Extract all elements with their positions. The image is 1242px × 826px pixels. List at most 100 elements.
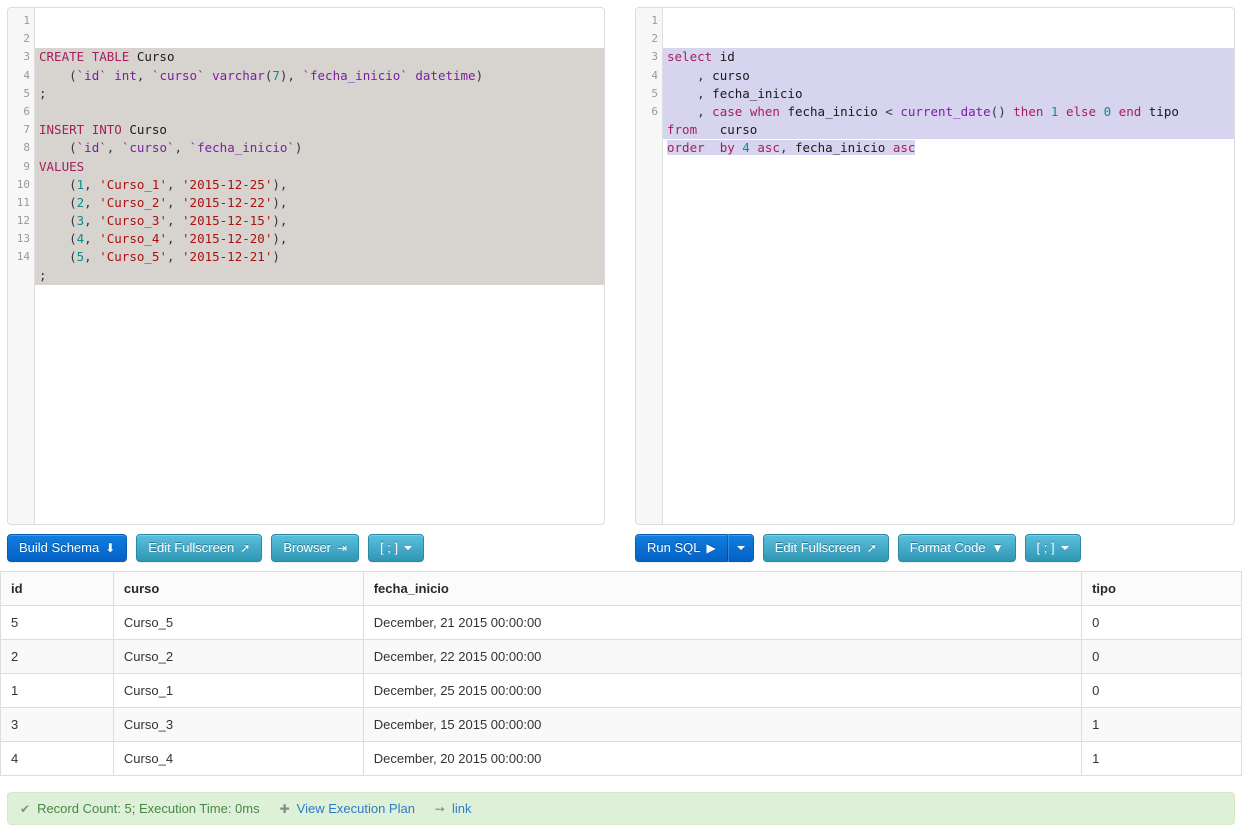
cell-id: 5 <box>0 605 114 640</box>
code-line: (4, 'Curso_4', '2015-12-20'), <box>35 230 604 249</box>
line-number: 12 <box>16 214 30 228</box>
chevron-down-icon <box>736 545 745 550</box>
delimiter-label: [ ; ] <box>1036 540 1055 555</box>
code-line: (`id`, `curso`, `fecha_inicio`) <box>35 139 604 158</box>
line-number: 6 <box>651 104 658 118</box>
code-line: CREATE TABLE Curso <box>35 48 604 67</box>
record-count-text: Record Count: 5; Execution Time: 0ms <box>37 801 260 816</box>
run-sql-dropdown-button[interactable] <box>727 534 754 562</box>
table-row: 3 Curso_3 December, 15 2015 00:00:00 1 <box>0 707 1242 742</box>
browser-button[interactable]: Browser ⇥ <box>271 534 360 562</box>
cell-fecha-inicio: December, 22 2015 00:00:00 <box>363 639 1083 674</box>
code-line: , case when fecha_inicio < current_date(… <box>663 102 1234 122</box>
delimiter-button-schema[interactable]: [ ; ] <box>368 534 425 562</box>
schema-editor-gutter: 1 2 3 4 5 6 7 8 9 10 11 12 13 14 <box>8 8 35 524</box>
schema-editor-code[interactable]: CREATE TABLE Curso (`id` int, `curso` va… <box>35 8 604 524</box>
query-editor-code[interactable]: select id , curso , fecha_inicio , case … <box>663 8 1234 524</box>
cell-tipo: 0 <box>1081 673 1242 708</box>
results-table-body: 5 Curso_5 December, 21 2015 00:00:00 0 2 Curs… <box>0 605 1242 776</box>
view-execution-plan[interactable]: ✚ View Execution Plan <box>280 801 415 816</box>
line-number: 10 <box>16 177 30 191</box>
cell-fecha-inicio: December, 15 2015 00:00:00 <box>363 707 1083 742</box>
line-number: 5 <box>651 86 658 100</box>
line-number: 3 <box>651 50 658 64</box>
query-editor-gutter: 1 2 3 4 5 6 <box>636 8 663 524</box>
results-table-head: id curso fecha_inicio tipo <box>0 571 1242 606</box>
column-header-tipo[interactable]: tipo <box>1081 571 1242 606</box>
column-header-id[interactable]: id <box>0 571 114 606</box>
cell-fecha-inicio: December, 21 2015 00:00:00 <box>363 605 1083 640</box>
filter-icon: ▼ <box>991 540 1004 555</box>
query-toolbar: Run SQL ▶ Edit Fullscreen ➚ Format Code … <box>635 534 1235 562</box>
line-number: 2 <box>651 32 658 46</box>
cell-id: 1 <box>0 673 114 708</box>
schema-toolbar: Build Schema ⬇ Edit Fullscreen ➚ Browser… <box>7 534 605 562</box>
code-line: (1, 'Curso_1', '2015-12-25'), <box>35 175 604 194</box>
arrow-right-icon: ➙ <box>434 801 446 816</box>
column-header-fecha-inicio[interactable]: fecha_inicio <box>363 571 1083 606</box>
view-execution-plan-link[interactable]: View Execution Plan <box>297 801 415 816</box>
line-number: 4 <box>651 68 658 82</box>
table-row: 1 Curso_1 December, 25 2015 00:00:00 0 <box>0 673 1242 708</box>
line-number: 5 <box>23 86 30 100</box>
code-line: (`id` int, `curso` varchar(7), `fecha_in… <box>35 66 604 85</box>
chevron-down-icon <box>404 545 413 550</box>
table-row: 5 Curso_5 December, 21 2015 00:00:00 0 <box>0 605 1242 640</box>
cell-curso: Curso_5 <box>113 605 364 640</box>
plus-icon: ✚ <box>279 801 290 816</box>
run-sql-button[interactable]: Run SQL ▶ <box>635 534 728 562</box>
code-line: VALUES <box>35 157 604 176</box>
delimiter-button-query[interactable]: [ ; ] <box>1024 534 1081 562</box>
cell-curso: Curso_2 <box>113 639 364 674</box>
run-sql-label: Run SQL <box>647 540 701 555</box>
cell-curso: Curso_3 <box>113 707 364 742</box>
share-link-anchor[interactable]: link <box>452 801 472 816</box>
cell-curso: Curso_1 <box>113 673 364 708</box>
code-line: (2, 'Curso_2', '2015-12-22'), <box>35 193 604 213</box>
code-line: , fecha_inicio <box>663 84 1234 103</box>
query-editor-column: 1 2 3 4 5 6 select id , curso , fecha_in… <box>635 7 1235 525</box>
code-line: select id <box>663 48 1234 67</box>
record-count-status: ✔ Record Count: 5; Execution Time: 0ms <box>20 801 260 816</box>
column-header-curso[interactable]: curso <box>113 571 364 606</box>
cell-tipo: 0 <box>1081 639 1242 674</box>
table-header-row: id curso fecha_inicio tipo <box>0 571 1242 606</box>
line-number: 1 <box>23 14 30 27</box>
table-row: 2 Curso_2 December, 22 2015 00:00:00 0 <box>0 639 1242 674</box>
run-sql-split-button[interactable]: Run SQL ▶ <box>635 534 754 562</box>
format-code-button[interactable]: Format Code ▼ <box>897 534 1016 562</box>
schema-editor-panel[interactable]: 1 2 3 4 5 6 7 8 9 10 11 12 13 14 CREATE … <box>7 7 605 525</box>
build-schema-button[interactable]: Build Schema ⬇ <box>7 534 128 562</box>
indent-icon: ⇥ <box>337 540 348 555</box>
line-number: 14 <box>16 250 30 264</box>
cell-fecha-inicio: December, 25 2015 00:00:00 <box>363 673 1083 708</box>
results-table: id curso fecha_inicio tipo 5 Curso_5 Decem… <box>0 571 1242 776</box>
code-line: ; <box>35 84 604 103</box>
format-code-label: Format Code <box>909 540 986 555</box>
play-icon: ▶ <box>706 540 716 555</box>
edit-fullscreen-button-schema[interactable]: Edit Fullscreen ➚ <box>136 534 263 562</box>
edit-fullscreen-label: Edit Fullscreen <box>774 540 861 555</box>
table-row: 4 Curso_4 December, 20 2015 00:00:00 1 <box>0 741 1242 776</box>
line-number: 13 <box>16 232 30 246</box>
code-line: INSERT INTO Curso <box>35 121 604 140</box>
results-table-wrapper: id curso fecha_inicio tipo 5 Curso_5 Decem… <box>0 562 1242 776</box>
cell-id: 4 <box>0 741 114 776</box>
share-link[interactable]: ➙ link <box>435 801 472 816</box>
code-line: ; <box>35 266 604 285</box>
code-line: order by 4 asc, fecha_inicio asc <box>663 139 1234 157</box>
chevron-down-icon <box>1060 545 1069 550</box>
build-schema-label: Build Schema <box>19 540 100 555</box>
check-icon: ✔ <box>20 801 31 816</box>
delimiter-label: [ ; ] <box>380 540 399 555</box>
line-number: 7 <box>23 123 30 137</box>
edit-fullscreen-button-query[interactable]: Edit Fullscreen ➚ <box>762 534 889 562</box>
schema-editor-column: 1 2 3 4 5 6 7 8 9 10 11 12 13 14 CREATE … <box>7 7 605 525</box>
browser-label: Browser <box>283 540 332 555</box>
query-editor-panel[interactable]: 1 2 3 4 5 6 select id , curso , fecha_in… <box>635 7 1235 525</box>
code-line: , curso <box>663 66 1234 85</box>
cell-fecha-inicio: December, 20 2015 00:00:00 <box>363 741 1083 776</box>
expand-arrows-icon: ➚ <box>866 540 877 555</box>
line-number: 4 <box>23 68 30 82</box>
